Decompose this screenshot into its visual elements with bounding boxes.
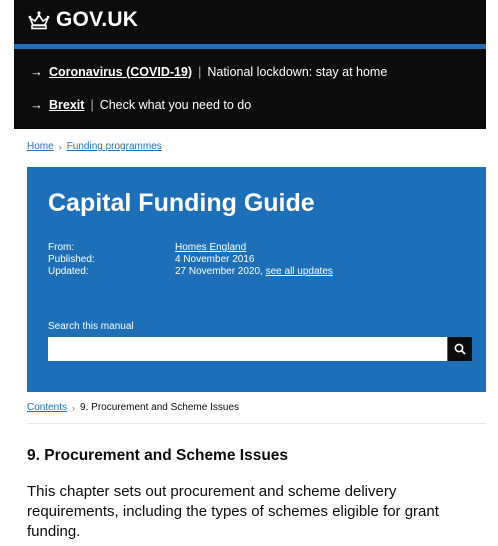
coronavirus-link[interactable]: Coronavirus (COVID-19) [49, 65, 192, 79]
divider [27, 423, 486, 424]
notice-separator: | [198, 64, 202, 79]
contents-link[interactable]: Contents [27, 402, 67, 413]
notice-separator: | [90, 97, 94, 112]
meta-published: Published: 4 November 2016 [48, 254, 333, 266]
homes-england-link[interactable]: Homes England [175, 242, 246, 254]
search-icon [454, 343, 466, 355]
search-button[interactable] [448, 337, 472, 361]
contents-breadcrumb: Contents › 9. Procurement and Scheme Iss… [27, 402, 239, 413]
govuk-logo-link[interactable]: GOV.UK [28, 8, 138, 32]
meta-updated: Updated: 27 November 2020, see all updat… [48, 266, 333, 278]
chevron-right-icon: › [58, 141, 62, 152]
updated-date: 27 November 2020, [175, 266, 263, 277]
chapter-description: This chapter sets out procurement and sc… [27, 483, 439, 540]
global-notices: → Coronavirus (COVID-19) | National lock… [14, 49, 486, 129]
notice-text: Check what you need to do [99, 97, 252, 112]
manual-header: Capital Funding Guide From: Homes Englan… [27, 167, 486, 392]
see-all-updates-link[interactable]: see all updates [266, 266, 333, 278]
site-header: GOV.UK [14, 0, 486, 44]
current-section: 9. Procurement and Scheme Issues [80, 402, 240, 413]
search-label: Search this manual [48, 321, 134, 332]
breadcrumb-funding-link[interactable]: Funding programmes [67, 141, 162, 152]
brexit-link[interactable]: Brexit [49, 98, 84, 112]
meta-label: Published: [48, 254, 95, 265]
notice-text: National lockdown: stay at home [207, 64, 388, 79]
breadcrumb-home-link[interactable]: Home [27, 141, 54, 152]
notice-coronavirus: → Coronavirus (COVID-19) | National lock… [30, 64, 387, 79]
metadata-list: From: Homes England Published: 4 Novembe… [48, 242, 333, 278]
notice-brexit: → Brexit | Check what you need to do [30, 97, 251, 112]
page-title: Capital Funding Guide [48, 189, 315, 217]
chapter-title: 9. Procurement and Scheme Issues [27, 447, 289, 464]
meta-from: From: Homes England [48, 242, 333, 254]
chevron-right-icon: › [72, 402, 76, 413]
search-input[interactable] [48, 337, 447, 361]
breadcrumb: Home › Funding programmes [27, 141, 162, 152]
arrow-right-icon: → [30, 64, 43, 79]
crown-icon [28, 11, 50, 30]
logo-text: GOV.UK [56, 8, 139, 31]
meta-label: Updated: [48, 266, 89, 277]
meta-label: From: [48, 242, 75, 253]
published-date: 4 November 2016 [175, 254, 255, 265]
arrow-right-icon: → [30, 97, 43, 112]
